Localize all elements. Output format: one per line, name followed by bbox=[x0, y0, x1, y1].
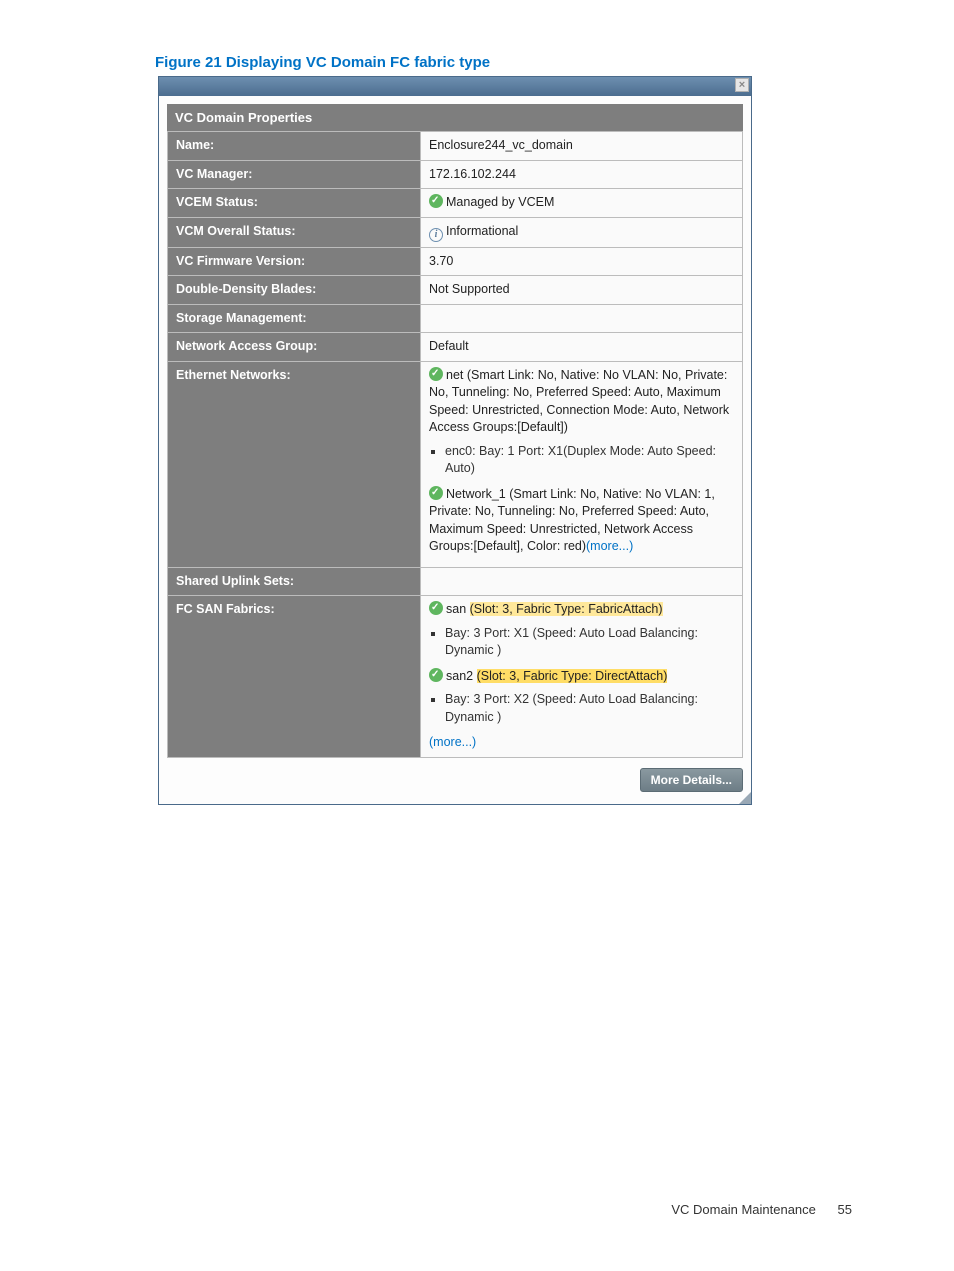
label-storage-mgmt: Storage Management: bbox=[168, 304, 421, 333]
table-row: Storage Management: bbox=[168, 304, 743, 333]
table-row: Network Access Group: Default bbox=[168, 333, 743, 362]
fc-san-port: Bay: 3 Port: X1 (Speed: Auto Load Balanc… bbox=[445, 625, 734, 660]
table-row: VC Manager: 172.16.102.244 bbox=[168, 160, 743, 189]
fc-san2-port: Bay: 3 Port: X2 (Speed: Auto Load Balanc… bbox=[445, 691, 734, 726]
resize-grip-icon[interactable] bbox=[739, 792, 751, 804]
value-name: Enclosure244_vc_domain bbox=[421, 132, 743, 161]
eth-network-network1: Network_1 (Smart Link: No, Native: No VL… bbox=[429, 487, 715, 554]
properties-table: Name: Enclosure244_vc_domain VC Manager:… bbox=[167, 131, 743, 758]
table-row: Name: Enclosure244_vc_domain bbox=[168, 132, 743, 161]
value-storage-mgmt bbox=[421, 304, 743, 333]
value-vc-manager: 172.16.102.244 bbox=[421, 160, 743, 189]
page-footer: VC Domain Maintenance 55 bbox=[671, 1202, 852, 1217]
check-ok-icon bbox=[429, 486, 443, 500]
table-row: VCM Overall Status: Informational bbox=[168, 217, 743, 247]
fc-san2-name: san2 bbox=[446, 669, 473, 683]
table-row: VCEM Status: Managed by VCEM bbox=[168, 189, 743, 218]
check-ok-icon bbox=[429, 601, 443, 615]
label-vc-manager: VC Manager: bbox=[168, 160, 421, 189]
label-eth-networks: Ethernet Networks: bbox=[168, 361, 421, 567]
eth-network-net-port: enc0: Bay: 1 Port: X1(Duplex Mode: Auto … bbox=[445, 443, 734, 478]
value-shared-uplink bbox=[421, 567, 743, 596]
fc-san2-highlight: (Slot: 3, Fabric Type: DirectAttach) bbox=[477, 669, 668, 683]
label-name: Name: bbox=[168, 132, 421, 161]
table-row: Double-Density Blades: Not Supported bbox=[168, 276, 743, 305]
fc-san-highlight: (Slot: 3, Fabric Type: FabricAttach) bbox=[470, 602, 663, 616]
check-ok-icon bbox=[429, 367, 443, 381]
check-ok-icon bbox=[429, 194, 443, 208]
value-nag: Default bbox=[421, 333, 743, 362]
check-ok-icon bbox=[429, 668, 443, 682]
figure-caption: Figure 21 Displaying VC Domain FC fabric… bbox=[155, 54, 490, 71]
value-fc-san: san (Slot: 3, Fabric Type: FabricAttach)… bbox=[421, 596, 743, 758]
more-link[interactable]: (more...) bbox=[429, 734, 734, 752]
table-row: FC SAN Fabrics: san (Slot: 3, Fabric Typ… bbox=[168, 596, 743, 758]
vc-domain-properties-dialog: × VC Domain Properties Name: Enclosure24… bbox=[158, 76, 752, 805]
footer-section: VC Domain Maintenance bbox=[671, 1202, 816, 1217]
label-fw-version: VC Firmware Version: bbox=[168, 247, 421, 276]
page-number: 55 bbox=[838, 1202, 852, 1217]
label-fc-san: FC SAN Fabrics: bbox=[168, 596, 421, 758]
close-icon[interactable]: × bbox=[735, 78, 749, 92]
value-fw-version: 3.70 bbox=[421, 247, 743, 276]
table-row: VC Firmware Version: 3.70 bbox=[168, 247, 743, 276]
dialog-title-bar: × bbox=[159, 77, 751, 96]
label-nag: Network Access Group: bbox=[168, 333, 421, 362]
table-row: Shared Uplink Sets: bbox=[168, 567, 743, 596]
eth-network-net: net (Smart Link: No, Native: No VLAN: No… bbox=[429, 368, 729, 435]
table-row: Ethernet Networks: net (Smart Link: No, … bbox=[168, 361, 743, 567]
label-vcem-status: VCEM Status: bbox=[168, 189, 421, 218]
value-eth-networks: net (Smart Link: No, Native: No VLAN: No… bbox=[421, 361, 743, 567]
section-title: VC Domain Properties bbox=[167, 104, 743, 131]
label-vcm-overall: VCM Overall Status: bbox=[168, 217, 421, 247]
value-vcem-status: Managed by VCEM bbox=[421, 189, 743, 218]
fc-san-name: san bbox=[446, 602, 466, 616]
more-link[interactable]: (more...) bbox=[586, 539, 633, 553]
value-vcm-overall: Informational bbox=[421, 217, 743, 247]
info-icon bbox=[429, 228, 443, 242]
more-details-button[interactable]: More Details... bbox=[640, 768, 743, 792]
label-dd-blades: Double-Density Blades: bbox=[168, 276, 421, 305]
label-shared-uplink: Shared Uplink Sets: bbox=[168, 567, 421, 596]
value-dd-blades: Not Supported bbox=[421, 276, 743, 305]
